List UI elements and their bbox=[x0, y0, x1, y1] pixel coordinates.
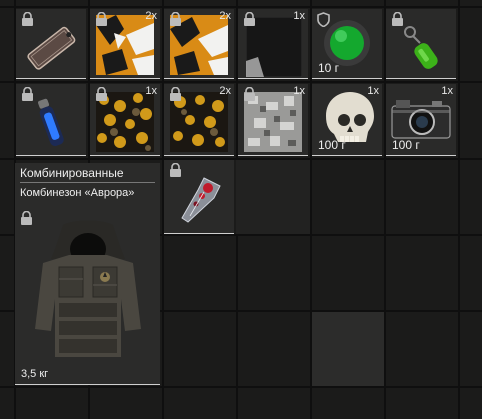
stack-count: 1x bbox=[441, 85, 453, 97]
armored-suit-icon bbox=[35, 220, 141, 357]
lock-icon bbox=[244, 12, 255, 26]
item-price: 100 г bbox=[392, 138, 420, 152]
lock-icon bbox=[170, 87, 181, 101]
inventory-slot[interactable]: 10 г bbox=[312, 9, 382, 79]
lock-icon bbox=[170, 12, 181, 26]
stack-count: 1x bbox=[367, 85, 379, 97]
item-price: 10 г bbox=[318, 61, 340, 75]
inventory-slot[interactable]: 2x bbox=[164, 84, 234, 156]
tag-keychain-icon bbox=[27, 26, 76, 70]
stack-count: 2x bbox=[219, 10, 231, 22]
featured-item-slot[interactable]: Комбинированные Комбинезон «Аврора» 3,5 … bbox=[15, 163, 160, 385]
inventory-slot[interactable] bbox=[164, 160, 234, 234]
stack-count: 1x bbox=[293, 10, 305, 22]
lock-icon bbox=[22, 87, 33, 101]
crystal-pendant-icon bbox=[181, 177, 221, 223]
lock-icon bbox=[244, 87, 255, 101]
item-category: Комбинированные bbox=[20, 166, 124, 180]
grid-line bbox=[0, 6, 482, 8]
stack-count: 1x bbox=[145, 85, 157, 97]
shield-icon bbox=[317, 12, 330, 27]
green-orb-icon bbox=[324, 20, 370, 66]
inventory-slot[interactable] bbox=[16, 9, 86, 79]
grid-line bbox=[458, 0, 460, 419]
stack-count: 2x bbox=[145, 10, 157, 22]
grid-line bbox=[0, 81, 482, 83]
empty-slot[interactable] bbox=[312, 312, 384, 386]
inventory-slot[interactable] bbox=[16, 84, 86, 156]
lock-icon bbox=[392, 12, 403, 26]
grid-line bbox=[0, 386, 482, 388]
item-weight: 3,5 кг bbox=[21, 368, 49, 380]
inventory-slot[interactable]: 1x bbox=[238, 9, 308, 79]
inventory-slot[interactable]: 2x bbox=[164, 9, 234, 79]
camera-icon bbox=[391, 100, 451, 139]
inventory-slot[interactable] bbox=[386, 9, 456, 79]
inventory-slot[interactable]: 1x bbox=[238, 84, 308, 156]
stack-count: 2x bbox=[219, 85, 231, 97]
item-price: 100 г bbox=[318, 138, 346, 152]
lock-icon bbox=[96, 87, 107, 101]
lock-icon bbox=[96, 12, 107, 26]
inventory-slot[interactable]: 1x bbox=[90, 84, 160, 156]
item-name: Комбинезон «Аврора» bbox=[20, 187, 135, 199]
divider bbox=[20, 182, 155, 183]
empty-slot[interactable] bbox=[236, 160, 310, 234]
inventory-slot[interactable]: 1x 100 г bbox=[312, 84, 382, 156]
stack-count: 1x bbox=[293, 85, 305, 97]
green-keychain-icon bbox=[404, 26, 438, 69]
blue-vial-icon bbox=[38, 98, 64, 147]
inventory-slot[interactable]: 2x bbox=[90, 9, 160, 79]
inventory-slot[interactable]: 1x 100 г bbox=[386, 84, 456, 156]
